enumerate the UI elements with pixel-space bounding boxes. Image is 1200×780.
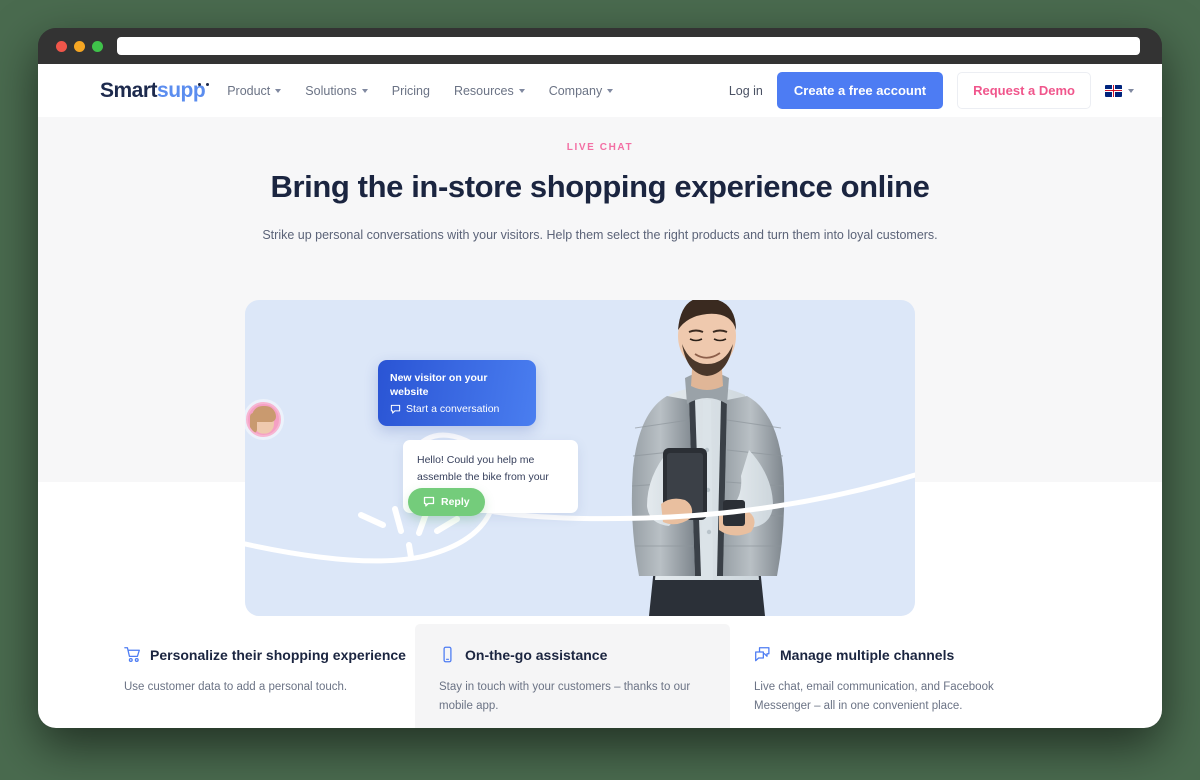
feature-heading: On-the-go assistance xyxy=(439,646,706,663)
chevron-down-icon xyxy=(518,88,525,93)
language-switcher[interactable] xyxy=(1105,84,1134,97)
chevron-down-icon xyxy=(607,88,614,93)
hero-section: LIVE CHAT Bring the in-store shopping ex… xyxy=(38,117,1162,245)
mobile-phone-icon xyxy=(439,646,456,663)
smartsupp-logo[interactable]: Smart supp xyxy=(100,78,206,103)
browser-window: Smart supp Product Solutions Pricing Reso… xyxy=(38,28,1162,728)
avatar xyxy=(246,402,281,437)
feature-card-channels: Manage multiple channels Live chat, emai… xyxy=(730,624,1045,728)
nav-item-pricing[interactable]: Pricing xyxy=(392,84,430,98)
close-window-button[interactable] xyxy=(56,40,67,52)
notification-action: Start a conversation xyxy=(390,403,524,415)
notification-title: New visitor on your website xyxy=(390,372,488,398)
chevron-down-icon xyxy=(361,88,368,93)
create-free-account-button[interactable]: Create a free account xyxy=(776,72,944,109)
nav-label: Resources xyxy=(453,83,514,98)
feature-title: Manage multiple channels xyxy=(780,646,955,663)
feature-body: Live chat, email communication, and Face… xyxy=(754,681,994,712)
feature-body: Stay in touch with your customers – than… xyxy=(439,681,691,712)
nav-label: Solutions xyxy=(305,83,357,98)
page-title: Bring the in-store shopping experience o… xyxy=(270,169,930,204)
request-demo-button[interactable]: Request a Demo xyxy=(957,72,1091,109)
reply-button[interactable]: Reply xyxy=(408,488,485,516)
nav-label: Product xyxy=(227,83,271,98)
notification-action-label: Start a conversation xyxy=(406,403,500,416)
hero-eyebrow: LIVE CHAT xyxy=(566,142,634,153)
feature-heading: Personalize their shopping experience xyxy=(124,646,406,663)
url-input[interactable] xyxy=(117,37,1140,55)
shopping-cart-icon xyxy=(124,646,141,663)
customer-photo xyxy=(631,300,785,616)
hero-illustration: New visitor on your website Start a conv… xyxy=(245,300,915,616)
feature-heading: Manage multiple channels xyxy=(754,646,1021,663)
hero-subtitle: Strike up personal conversations with yo… xyxy=(262,228,938,242)
nav-item-resources[interactable]: Resources xyxy=(454,84,525,98)
reply-button-label: Reply xyxy=(441,496,470,508)
webpage-viewport: Smart supp Product Solutions Pricing Reso… xyxy=(38,64,1162,728)
logo-text-secondary: supp xyxy=(157,78,206,102)
maximize-window-button[interactable] xyxy=(92,40,103,52)
feature-list: Personalize their shopping experience Us… xyxy=(38,624,1162,728)
uk-flag-icon xyxy=(1105,84,1122,97)
traffic-lights xyxy=(56,40,103,52)
feature-title: On-the-go assistance xyxy=(465,646,608,663)
feature-card-mobile: On-the-go assistance Stay in touch with … xyxy=(415,624,730,728)
login-link[interactable]: Log in xyxy=(729,84,763,98)
feature-card-personalize: Personalize their shopping experience Us… xyxy=(100,624,415,728)
new-visitor-notification[interactable]: New visitor on your website Start a conv… xyxy=(378,360,536,427)
main-navigation: Product Solutions Pricing Resources Comp… xyxy=(227,83,614,98)
nav-label: Company xyxy=(548,83,603,98)
header-actions: Log in Create a free account Request a D… xyxy=(729,72,1134,109)
logo-text-primary: Smart xyxy=(100,78,158,102)
site-header: Smart supp Product Solutions Pricing Reso… xyxy=(38,64,1162,117)
minimize-window-button[interactable] xyxy=(74,40,85,52)
chat-bubble-icon xyxy=(423,496,435,507)
browser-chrome xyxy=(38,28,1162,64)
multi-chat-icon xyxy=(754,646,771,663)
nav-item-product[interactable]: Product xyxy=(227,83,282,98)
nav-item-company[interactable]: Company xyxy=(549,84,614,98)
chevron-down-icon xyxy=(1128,88,1134,93)
feature-title: Personalize their shopping experience xyxy=(150,646,406,663)
feature-body: Use customer data to add a personal touc… xyxy=(124,681,348,693)
chat-bubble-icon xyxy=(390,404,401,414)
chevron-down-icon xyxy=(275,88,282,93)
nav-label: Pricing xyxy=(391,83,430,98)
nav-item-solutions[interactable]: Solutions xyxy=(305,83,368,98)
